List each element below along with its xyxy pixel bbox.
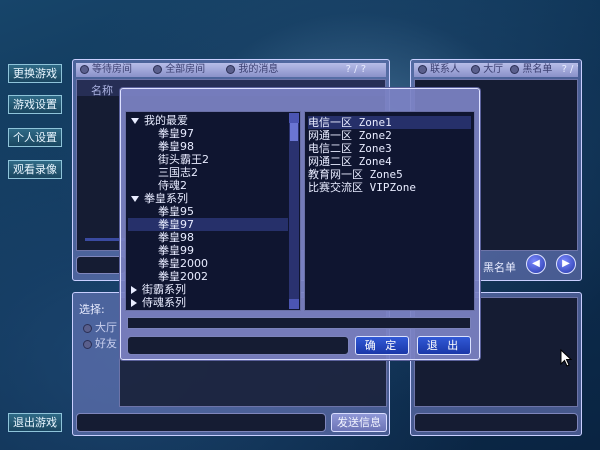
dialog-status-field: [127, 317, 471, 329]
tree-label: 拳皇98: [158, 140, 194, 153]
tree-label: 街霸系列: [142, 283, 186, 296]
zone-item[interactable]: 比赛交流区 VIPZone: [308, 181, 471, 194]
tree-item[interactable]: 拳皇2002: [128, 270, 288, 283]
tree-label: 侍魂系列: [142, 296, 186, 309]
next-page-button[interactable]: ▶: [556, 254, 576, 274]
tree-label: 我的最爱: [144, 114, 188, 127]
info-input[interactable]: [414, 413, 578, 432]
tree-scrollbar[interactable]: [289, 113, 299, 309]
zone-item[interactable]: 网通二区 Zone4: [308, 155, 471, 168]
tab-contacts[interactable]: 联系人: [414, 64, 460, 75]
expand-arrow-icon[interactable]: [131, 196, 139, 202]
radio-icon: [83, 323, 92, 333]
tree-item[interactable]: 街头霸王2: [128, 153, 288, 166]
room-page-counter: ? / ?: [345, 64, 366, 75]
game-tree[interactable]: 我的最爱 拳皇97 拳皇98 街头霸王2 三国志2 侍魂2 拳皇系列 拳皇95 拳皇97 拳皇98…: [125, 111, 301, 311]
tree-label: 街头霸王2: [158, 153, 209, 166]
tree-label: 拳皇系列: [144, 192, 188, 205]
blacklist-label: 黑名单: [483, 261, 516, 274]
tree-item[interactable]: 拳皇98: [128, 140, 288, 153]
tree-category[interactable]: 我的最爱: [131, 114, 289, 127]
tree-label: 拳皇2000: [158, 257, 208, 270]
tree-item[interactable]: 拳皇95: [128, 205, 288, 218]
tree-label: 拳皇97: [158, 127, 194, 140]
radio-friends[interactable]: 好友: [79, 335, 117, 351]
cancel-button[interactable]: 退 出: [417, 336, 471, 355]
tab-lobby[interactable]: 大厅: [467, 64, 503, 75]
tab-waiting-rooms[interactable]: 等待房间: [76, 64, 132, 75]
ok-button[interactable]: 确 定: [355, 336, 409, 355]
scroll-thumb[interactable]: [290, 123, 298, 141]
tab-all-rooms[interactable]: 全部房间: [149, 64, 205, 75]
tree-category[interactable]: 侍魂系列: [131, 296, 289, 309]
exit-game-button[interactable]: 退出游戏: [8, 413, 62, 432]
tree-label: 拳皇99: [158, 244, 194, 257]
tab-blacklist[interactable]: 黑名单: [506, 64, 552, 75]
zone-item[interactable]: 电信二区 Zone3: [308, 142, 471, 155]
expand-arrow-icon[interactable]: [131, 118, 139, 124]
chat-select-label: 选择:: [79, 303, 105, 316]
tree-label: 拳皇95: [158, 205, 194, 218]
radio-icon: [471, 64, 481, 74]
tree-item[interactable]: 拳皇2000: [128, 257, 288, 270]
radio-icon: [510, 64, 520, 74]
contacts-page-counter: ? / ?: [561, 64, 578, 75]
room-tabs-bar: 等待房间 全部房间 我的消息 ? / ?: [76, 63, 386, 77]
radio-icon: [418, 64, 427, 74]
dialog-input[interactable]: [127, 336, 349, 355]
tree-label: 拳皇2002: [158, 270, 208, 283]
menu-change-game[interactable]: 更换游戏: [8, 64, 62, 83]
tree-category[interactable]: 拳皇系列: [131, 192, 289, 205]
mouse-cursor-icon: [560, 349, 573, 367]
chat-input[interactable]: [76, 413, 326, 432]
zone-select-dialog: 我的最爱 拳皇97 拳皇98 街头霸王2 三国志2 侍魂2 拳皇系列 拳皇95 拳皇97 拳皇98…: [120, 88, 480, 360]
zone-list[interactable]: 电信一区 Zone1 网通一区 Zone2 电信二区 Zone3 网通二区 Zone4…: [304, 111, 475, 311]
collapse-arrow-icon[interactable]: [131, 286, 137, 294]
scroll-down-icon[interactable]: [289, 299, 299, 309]
zone-item[interactable]: 教育网一区 Zone5: [308, 168, 471, 181]
tree-item[interactable]: 拳皇99: [128, 244, 288, 257]
radio-icon: [226, 64, 236, 74]
room-list-scrollbar[interactable]: [85, 238, 125, 241]
radio-icon: [153, 64, 163, 74]
scroll-up-icon[interactable]: [289, 113, 299, 123]
tree-item[interactable]: 拳皇97: [128, 127, 288, 140]
menu-game-settings[interactable]: 游戏设置: [8, 95, 62, 114]
tree-label: 拳皇97: [158, 218, 194, 231]
tree-label: 三国志2: [158, 166, 198, 179]
tree-label: 侍魂2: [158, 179, 187, 192]
send-message-button[interactable]: 发送信息: [331, 413, 387, 432]
tab-my-messages[interactable]: 我的消息: [222, 64, 278, 75]
tree-item[interactable]: 拳皇98: [128, 231, 288, 244]
tree-item[interactable]: 三国志2: [128, 166, 288, 179]
room-search-field[interactable]: [76, 256, 126, 274]
contacts-tabs-bar: 联系人 大厅 黑名单 ? / ?: [414, 63, 578, 77]
collapse-arrow-icon[interactable]: [131, 299, 137, 307]
prev-page-button[interactable]: ◀: [526, 254, 546, 274]
radio-icon: [80, 64, 89, 74]
tree-label: 拳皇98: [158, 231, 194, 244]
menu-personal-settings[interactable]: 个人设置: [8, 128, 62, 147]
menu-watch-replay[interactable]: 观看录像: [8, 160, 62, 179]
tree-item[interactable]: 拳皇97: [128, 218, 288, 231]
radio-icon: [83, 339, 92, 349]
zone-item[interactable]: 网通一区 Zone2: [308, 129, 471, 142]
tree-category[interactable]: 街霸系列: [131, 283, 289, 296]
tree-item[interactable]: 侍魂2: [128, 179, 288, 192]
zone-item[interactable]: 电信一区 Zone1: [308, 116, 471, 129]
column-name: 名称: [91, 84, 113, 97]
radio-lobby[interactable]: 大厅: [79, 319, 117, 335]
